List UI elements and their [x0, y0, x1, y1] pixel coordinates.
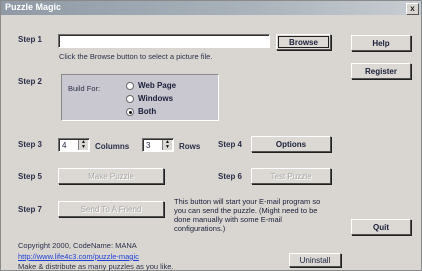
copyright-text: Copyright 2000, CodeName: MANA: [18, 241, 137, 250]
website-link[interactable]: http://www.life4c3.com/puzzle-magic: [18, 252, 139, 261]
radio-web-page[interactable]: [126, 82, 134, 90]
rows-stepper[interactable]: 3 ▲ ▼: [142, 138, 174, 152]
step7-label: Step 7: [18, 205, 43, 214]
title-bar[interactable]: Puzzle Magic x: [1, 1, 421, 15]
columns-label: Columns: [95, 142, 130, 151]
make-puzzle-button[interactable]: Make Puzzle: [58, 168, 164, 184]
step4-label: Step 4: [218, 140, 243, 149]
build-for-label: Build For:: [68, 84, 101, 93]
tagline-text: Make & distribute as many puzzles as you…: [18, 262, 174, 271]
step3-label: Step 3: [18, 140, 43, 149]
register-button[interactable]: Register: [351, 63, 411, 79]
uninstall-button[interactable]: Uninstall: [289, 253, 341, 267]
rows-label: Rows: [179, 142, 201, 151]
build-for-group: Build For: Web Page Windows Both: [61, 74, 219, 121]
browse-hint: Click the Browse button to select a pict…: [59, 52, 213, 61]
columns-value: 4: [62, 141, 67, 150]
radio-windows[interactable]: [126, 95, 134, 103]
close-button[interactable]: x: [406, 3, 419, 15]
radio-web-page-label[interactable]: Web Page: [138, 81, 176, 90]
puzzle-magic-window: Puzzle Magic x Step 1 Click the Browse b…: [0, 0, 422, 271]
radio-both-label[interactable]: Both: [138, 107, 156, 116]
test-puzzle-button[interactable]: Test Puzzle: [251, 168, 331, 184]
picture-file-input[interactable]: [58, 34, 270, 48]
step5-label: Step 5: [18, 172, 43, 181]
window-title: Puzzle Magic: [5, 2, 62, 12]
step6-label: Step 6: [218, 172, 243, 181]
radio-both[interactable]: [126, 108, 134, 116]
radio-windows-label[interactable]: Windows: [138, 94, 173, 103]
stepper-arrows-icon[interactable]: ▲ ▼: [162, 140, 172, 150]
send-description: This button will start your E-mail progr…: [174, 197, 321, 233]
options-button[interactable]: Options: [251, 136, 331, 152]
rows-value: 3: [146, 141, 151, 150]
browse-button[interactable]: Browse: [276, 34, 331, 50]
step1-label: Step 1: [18, 35, 43, 44]
quit-button[interactable]: Quit: [351, 219, 411, 235]
columns-stepper[interactable]: 4 ▲ ▼: [58, 138, 90, 152]
stepper-arrows-icon[interactable]: ▲ ▼: [78, 140, 88, 150]
step2-label: Step 2: [18, 77, 43, 86]
help-button[interactable]: Help: [351, 35, 411, 51]
send-to-friend-button[interactable]: Send To A Friend: [58, 201, 164, 217]
close-icon: x: [410, 4, 415, 13]
